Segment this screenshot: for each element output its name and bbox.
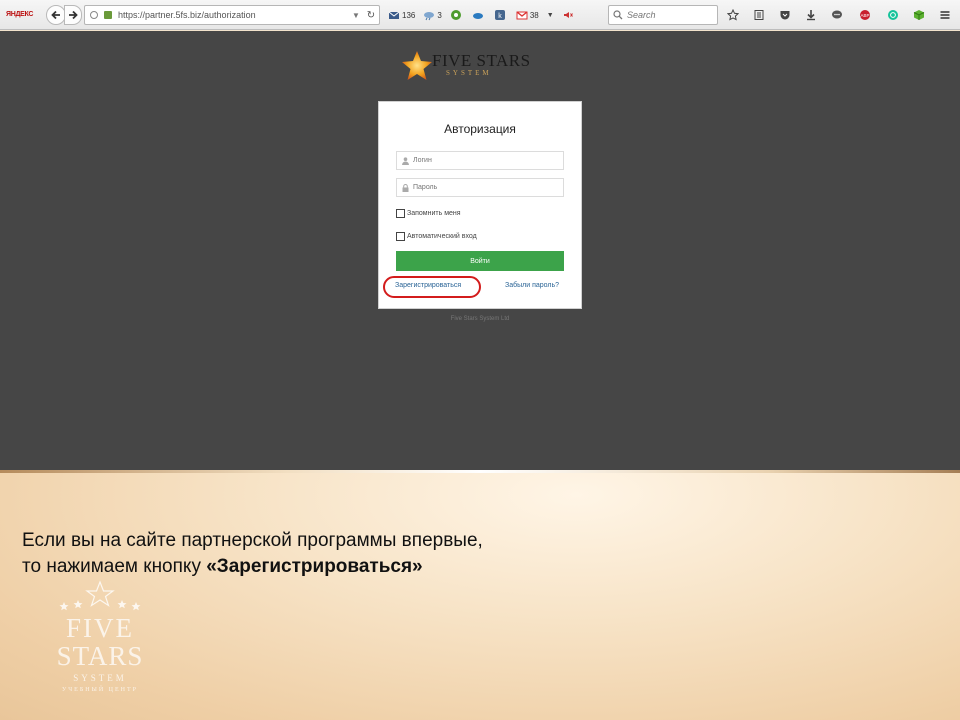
remember-me-checkbox[interactable]: Запомнить меня <box>396 209 461 218</box>
vk-icon: k <box>494 10 505 20</box>
password-field[interactable] <box>396 178 564 197</box>
menu-button[interactable] <box>936 6 954 24</box>
watermark-system: SYSTEM <box>73 673 127 683</box>
cloud-icon <box>472 13 483 19</box>
mail-icon <box>388 11 400 19</box>
watermark-five: FIVE <box>66 613 134 643</box>
chevron-down-icon[interactable]: ▼ <box>349 11 363 20</box>
auto-login-label: Автоматический вход <box>407 233 477 240</box>
forward-button[interactable] <box>64 5 82 25</box>
cube-icon <box>913 10 925 20</box>
auto-login-checkbox[interactable]: Автоматический вход <box>396 232 477 241</box>
chat-button[interactable] <box>828 6 846 24</box>
grammarly-button[interactable] <box>884 6 902 24</box>
adblock-button[interactable]: ABP <box>854 6 876 24</box>
slide-divider <box>0 470 960 473</box>
reading-list-button[interactable] <box>750 6 768 24</box>
lock-icon <box>104 11 112 19</box>
password-input[interactable] <box>413 184 553 191</box>
watermark-stars: STARS <box>56 641 144 671</box>
slide-caption: Если вы на сайте партнерской программы в… <box>22 528 722 580</box>
watermark-logo: FIVE STARS SYSTEM УЧЕБНЫЙ ЦЕНТР <box>50 580 150 710</box>
caption-line-2-prefix: то нажимаем кнопку <box>22 556 207 577</box>
checkbox-box[interactable] <box>396 232 405 241</box>
gmail-menu[interactable]: ▼ <box>543 6 558 24</box>
evernote-extension[interactable] <box>446 6 468 24</box>
forgot-password-link[interactable]: Забыли пароль? <box>505 282 559 289</box>
url-bar[interactable]: https://partner.5fs.biz/authorization ▼ … <box>84 5 380 25</box>
web-page: FIVE STARS SYSTEM Авторизация Запомнить … <box>0 31 960 470</box>
gmail-icon <box>516 11 528 20</box>
watermark-center: УЧЕБНЫЙ ЦЕНТР <box>62 687 138 693</box>
yandex-badge[interactable]: ЯНДЕКС <box>6 9 36 21</box>
extension-cube-button[interactable] <box>910 6 928 24</box>
gmail-count: 38 <box>529 10 539 20</box>
lock-icon <box>402 183 409 192</box>
info-icon <box>90 11 98 19</box>
speaker-muted-icon <box>563 12 573 18</box>
chevron-down-icon: ▼ <box>546 11 554 19</box>
caption-line-2: то нажимаем кнопку «Зарегистрироваться» <box>22 554 722 580</box>
downloads-button[interactable] <box>802 6 820 24</box>
login-field[interactable] <box>396 151 564 170</box>
cloud-extension[interactable] <box>468 6 490 24</box>
weather-extension[interactable]: 3 <box>419 6 445 24</box>
arrow-right-icon <box>69 10 78 20</box>
arrow-left-icon <box>51 10 60 20</box>
adblock-icon: ABP <box>860 10 870 20</box>
pocket-button[interactable] <box>776 6 794 24</box>
login-button[interactable]: Войти <box>396 251 564 271</box>
bookmark-star-button[interactable] <box>724 6 742 24</box>
register-link[interactable]: Зарегистрироваться <box>395 282 461 289</box>
svg-text:k: k <box>498 13 502 20</box>
logo-title: FIVE STARS <box>432 51 531 70</box>
reload-icon[interactable]: ↻ <box>363 10 379 21</box>
slide-background: Если вы на сайте партнерской программы в… <box>0 470 960 720</box>
browser-actions: ABP <box>724 6 960 24</box>
star-icon <box>727 9 739 21</box>
auth-title: Авторизация <box>444 122 516 136</box>
mail-extension[interactable]: 136 <box>384 6 419 24</box>
site-logo[interactable]: FIVE STARS SYSTEM <box>400 49 560 83</box>
page-footer: Five Stars System Ltd <box>450 316 510 322</box>
auth-card: Авторизация Запомнить меня Автоматически… <box>379 102 581 308</box>
evernote-icon <box>450 10 461 20</box>
gmail-extension[interactable]: 38 <box>512 6 543 24</box>
star-logo-icon <box>402 51 432 80</box>
mute-extension[interactable] <box>558 6 580 24</box>
weather-count: 3 <box>437 10 442 20</box>
vk-extension[interactable]: k <box>490 6 512 24</box>
stars-watermark-icon <box>59 580 141 611</box>
checkbox-box[interactable] <box>396 209 405 218</box>
pocket-icon <box>780 11 790 20</box>
login-input[interactable] <box>413 157 553 164</box>
site-identity[interactable] <box>85 11 115 19</box>
weather-icon <box>424 12 435 21</box>
extensions-strip: 136 3 k 38 ▼ <box>384 6 580 24</box>
svg-text:ABP: ABP <box>860 13 869 18</box>
download-icon <box>807 10 815 21</box>
caption-highlight: «Зарегистрироваться» <box>206 556 423 577</box>
search-icon <box>613 10 623 20</box>
user-icon <box>402 156 409 165</box>
hamburger-icon <box>940 11 950 19</box>
caption-line-1: Если вы на сайте партнерской программы в… <box>22 530 483 551</box>
chat-icon <box>832 10 842 19</box>
url-text[interactable]: https://partner.5fs.biz/authorization <box>115 10 349 20</box>
logo-subtitle: SYSTEM <box>446 69 492 77</box>
mail-count: 136 <box>402 10 416 20</box>
remember-me-label: Запомнить меня <box>407 210 461 217</box>
back-button[interactable] <box>46 5 66 25</box>
grammarly-icon <box>888 10 898 20</box>
browser-toolbar: ЯНДЕКС https://partner.5fs.biz/authoriza… <box>0 0 960 30</box>
list-icon <box>754 10 764 20</box>
search-bar[interactable] <box>608 5 718 25</box>
search-input[interactable] <box>627 10 717 20</box>
